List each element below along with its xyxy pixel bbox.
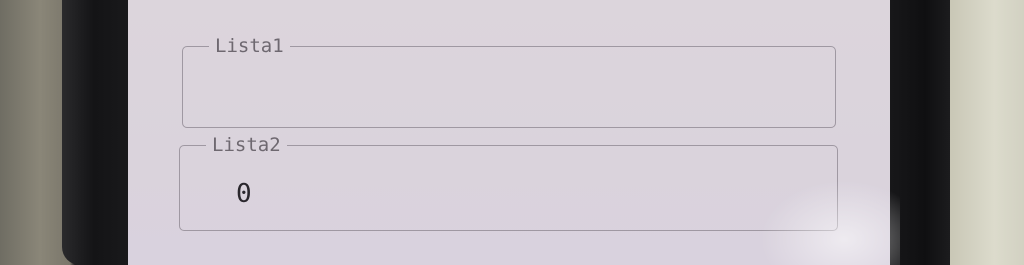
lista2-label: Lista2 (212, 134, 281, 156)
background-surface (950, 0, 1024, 265)
lista1-label: Lista1 (215, 35, 284, 57)
phone-screen: Lista1 Lista2 0 (128, 0, 890, 265)
lista1-field[interactable]: Lista1 (182, 36, 836, 128)
lista2-field[interactable]: Lista2 0 (179, 135, 838, 231)
lista2-value: 0 (236, 179, 252, 209)
